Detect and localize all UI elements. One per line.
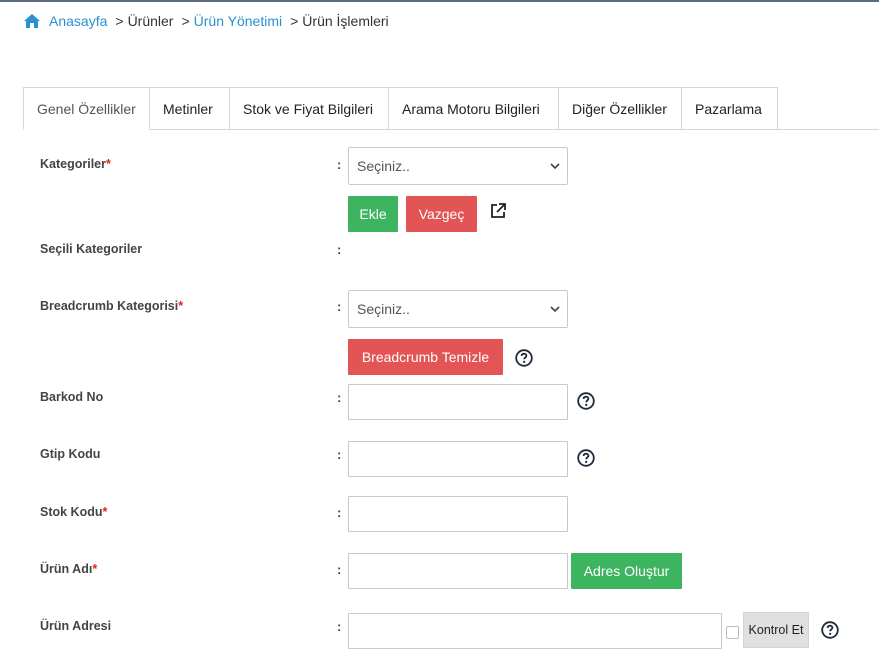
breadcrumb-separator: >	[290, 13, 299, 29]
gtip-kodu-label: Gtip Kodu	[40, 447, 101, 461]
kategoriler-label: Kategoriler*	[40, 157, 111, 171]
breadcrumb-urunler: Ürünler	[127, 13, 174, 29]
urun-adresi-label: Ürün Adresi	[40, 619, 112, 633]
stok-kodu-label-text: Stok Kodu	[40, 505, 103, 519]
help-icon[interactable]	[577, 392, 595, 410]
breadcrumb-urun-yonetimi-link[interactable]: Ürün Yönetimi	[194, 13, 282, 29]
breadcrumb-separator: >	[115, 13, 124, 29]
barkod-no-input[interactable]	[348, 384, 568, 420]
breadcrumb-kategorisi-select-value: Seçiniz..	[357, 301, 410, 317]
colon: :	[337, 390, 342, 405]
home-icon[interactable]	[23, 13, 41, 29]
colon: :	[337, 242, 342, 257]
kategoriler-select[interactable]: Seçiniz..	[348, 147, 568, 185]
required-mark: *	[102, 505, 108, 519]
colon: :	[337, 619, 342, 634]
kategoriler-select-value: Seçiniz..	[357, 158, 410, 174]
adres-olustur-button[interactable]: Adres Oluştur	[571, 553, 682, 589]
colon: :	[337, 562, 342, 577]
breadcrumb-separator: >	[181, 13, 190, 29]
tab-arama-motoru[interactable]: Arama Motoru Bilgileri	[389, 87, 559, 130]
vazgec-button[interactable]: Vazgeç	[406, 196, 477, 232]
kontrol-et-button[interactable]: Kontrol Et	[743, 612, 809, 648]
tab-pazarlama[interactable]: Pazarlama	[682, 87, 778, 130]
secili-kategoriler-label: Seçili Kategoriler	[40, 242, 143, 256]
required-mark: *	[92, 562, 98, 576]
help-icon[interactable]	[515, 349, 533, 367]
breadcrumb-kategorisi-label-text: Breadcrumb Kategorisi	[40, 299, 179, 313]
tab-bar: Genel Özellikler Metinler Stok ve Fiyat …	[23, 87, 778, 130]
tab-genel-ozellikler[interactable]: Genel Özellikler	[23, 87, 150, 130]
tab-metinler[interactable]: Metinler	[150, 87, 230, 130]
colon: :	[337, 299, 342, 314]
urun-adi-input[interactable]	[348, 553, 568, 589]
chevron-down-icon	[550, 163, 560, 170]
help-icon[interactable]	[821, 621, 839, 639]
urun-adi-label: Ürün Adı*	[40, 562, 97, 576]
colon: :	[337, 447, 342, 462]
breadcrumb: Anasayfa > Ürünler > Ürün Yönetimi > Ürü…	[23, 11, 389, 31]
external-link-icon[interactable]	[489, 202, 507, 220]
tab-stok-fiyat[interactable]: Stok ve Fiyat Bilgileri	[230, 87, 389, 130]
urun-adresi-input[interactable]	[348, 613, 722, 649]
required-mark: *	[178, 299, 184, 313]
ekle-button[interactable]: Ekle	[348, 196, 398, 232]
barkod-no-label: Barkod No	[40, 390, 104, 404]
breadcrumb-kategorisi-label: Breadcrumb Kategorisi*	[40, 299, 183, 313]
colon: :	[337, 505, 342, 520]
breadcrumb-home-link[interactable]: Anasayfa	[49, 13, 107, 29]
chevron-down-icon	[550, 306, 560, 313]
gtip-kodu-input[interactable]	[348, 441, 568, 477]
colon: :	[337, 157, 342, 172]
breadcrumb-temizle-button[interactable]: Breadcrumb Temizle	[348, 339, 503, 375]
top-border	[0, 0, 879, 2]
urun-adi-label-text: Ürün Adı	[40, 562, 93, 576]
urun-adresi-checkbox[interactable]	[726, 626, 739, 639]
breadcrumb-kategorisi-select[interactable]: Seçiniz..	[348, 290, 568, 328]
kategoriler-label-text: Kategoriler	[40, 157, 106, 171]
tab-diger-ozellikler[interactable]: Diğer Özellikler	[559, 87, 682, 130]
stok-kodu-input[interactable]	[348, 496, 568, 532]
required-mark: *	[106, 157, 111, 171]
breadcrumb-current: Ürün İşlemleri	[302, 13, 389, 29]
help-icon[interactable]	[577, 449, 595, 467]
stok-kodu-label: Stok Kodu*	[40, 505, 107, 519]
